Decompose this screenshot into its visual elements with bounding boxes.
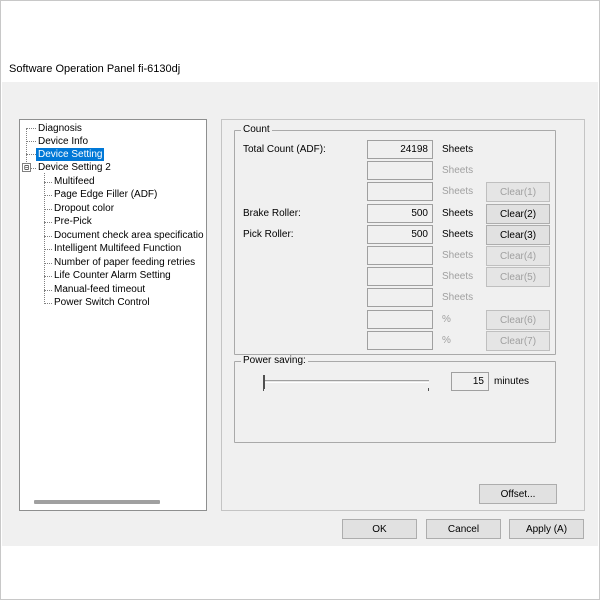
count-unit-label: Sheets xyxy=(442,292,474,303)
tree-item-label: Device Setting 2 xyxy=(38,162,111,173)
tree-item-label: Life Counter Alarm Setting xyxy=(54,270,171,281)
count-unit-label: Sheets xyxy=(442,144,474,155)
power-saving-legend: Power saving: xyxy=(241,355,308,367)
count-value-field: 500 xyxy=(367,225,433,244)
tree-connector xyxy=(44,209,52,210)
tree-item-label: Device Setting xyxy=(38,149,103,160)
apply-button[interactable]: Apply (A) xyxy=(509,519,584,539)
clear-button-1[interactable]: Clear(1) xyxy=(486,182,550,202)
tree-item-label: Document check area specificatio xyxy=(54,230,204,241)
count-value-field xyxy=(367,182,433,201)
count-unit-label: Sheets xyxy=(442,165,474,176)
power-saving-slider-track[interactable] xyxy=(263,380,429,383)
tree-connector xyxy=(44,249,52,250)
tree-item-dropout-color[interactable]: Dropout color xyxy=(52,202,116,215)
tree-item-label: Intelligent Multifeed Function xyxy=(54,243,182,254)
cancel-button[interactable]: Cancel xyxy=(426,519,501,539)
tree-connector xyxy=(44,222,52,223)
tree-item-power-switch-control[interactable]: Power Switch Control xyxy=(52,296,152,309)
count-row-label: Pick Roller: xyxy=(243,229,294,240)
tree-connector xyxy=(44,182,52,183)
tree-connector xyxy=(26,141,36,142)
count-value-field: 24198 xyxy=(367,140,433,159)
ok-button[interactable]: OK xyxy=(342,519,417,539)
tree-connector xyxy=(44,290,52,291)
window-title: Software Operation Panel fi-6130dj xyxy=(9,63,181,75)
tree-item-page-edge-filler[interactable]: Page Edge Filler (ADF) xyxy=(52,188,159,201)
count-value-field: 500 xyxy=(367,204,433,223)
tree-connector xyxy=(26,128,36,129)
tree-item-label: Number of paper feeding retries xyxy=(54,257,196,268)
count-unit-label: % xyxy=(442,335,451,346)
tree-connector xyxy=(44,195,52,196)
clear-button-7[interactable]: Clear(7) xyxy=(486,331,550,351)
tree-connector xyxy=(44,276,52,277)
count-value-field xyxy=(367,288,433,307)
tree-item-life-counter-alarm[interactable]: Life Counter Alarm Setting xyxy=(52,269,173,282)
count-value-field xyxy=(367,246,433,265)
collapse-icon[interactable]: ⊟ xyxy=(22,163,31,172)
tree-item-device-info[interactable]: Device Info xyxy=(36,135,90,148)
count-unit-label: Sheets xyxy=(442,186,474,197)
tree-connector xyxy=(44,303,52,304)
power-saving-slider-thumb[interactable] xyxy=(263,375,265,389)
tree-item-intelligent-multifeed[interactable]: Intelligent Multifeed Function xyxy=(52,242,183,255)
tree-item-label: Pre-Pick xyxy=(54,216,92,227)
tree-item-document-check-area[interactable]: Document check area specificatio xyxy=(52,229,206,242)
settings-tree[interactable]: Diagnosis Device Info Device Setting ⊟ D… xyxy=(19,119,207,511)
slider-tick xyxy=(263,388,264,391)
count-value-field xyxy=(367,310,433,329)
count-value-field xyxy=(367,267,433,286)
tree-connector xyxy=(26,154,36,155)
tree-connector xyxy=(44,263,52,264)
clear-button-3[interactable]: Clear(3) xyxy=(486,225,550,245)
tree-item-label: Page Edge Filler (ADF) xyxy=(54,189,158,200)
tree-item-label: Multifeed xyxy=(54,176,95,187)
count-unit-label: % xyxy=(442,314,451,325)
count-value-field xyxy=(367,331,433,350)
clear-button-2[interactable]: Clear(2) xyxy=(486,204,550,224)
count-row-label: Total Count (ADF): xyxy=(243,144,326,155)
tree-connector xyxy=(44,173,45,304)
count-unit-label: Sheets xyxy=(442,208,474,219)
tree-item-label: Diagnosis xyxy=(38,123,82,134)
count-value-field xyxy=(367,161,433,180)
tree-connector xyxy=(44,236,52,237)
power-saving-unit: minutes xyxy=(494,376,530,387)
tree-item-manual-feed-timeout[interactable]: Manual-feed timeout xyxy=(52,283,147,296)
tree-item-paper-feeding-retries[interactable]: Number of paper feeding retries xyxy=(52,256,197,269)
title-bar: Software Operation Panel fi-6130dj xyxy=(2,54,598,82)
clear-button-5[interactable]: Clear(5) xyxy=(486,267,550,287)
clear-button-6[interactable]: Clear(6) xyxy=(486,310,550,330)
tree-item-label: Manual-feed timeout xyxy=(54,284,146,295)
power-saving-group: Power saving: xyxy=(234,355,556,443)
count-unit-label: Sheets xyxy=(442,250,474,261)
count-unit-label: Sheets xyxy=(442,271,474,282)
device-setting-panel: Count Power saving: Total Count (ADF): 24… xyxy=(221,119,585,511)
tree-item-label: Dropout color xyxy=(54,203,115,214)
tree-item-device-setting-2[interactable]: Device Setting 2 xyxy=(36,161,113,174)
clear-button-4[interactable]: Clear(4) xyxy=(486,246,550,266)
count-unit-label: Sheets xyxy=(442,229,474,240)
count-row-label: Brake Roller: xyxy=(243,208,301,219)
tree-item-label: Device Info xyxy=(38,136,89,147)
horizontal-scrollbar[interactable] xyxy=(34,500,160,504)
tree-item-label: Power Switch Control xyxy=(54,297,150,308)
tree-item-device-setting[interactable]: Device Setting xyxy=(36,148,105,161)
offset-button[interactable]: Offset... xyxy=(479,484,557,504)
count-legend: Count xyxy=(241,124,272,136)
tree-item-pre-pick[interactable]: Pre-Pick xyxy=(52,215,94,228)
tree-item-diagnosis[interactable]: Diagnosis xyxy=(36,122,84,135)
power-saving-minutes-field[interactable]: 15 xyxy=(451,372,489,391)
dialog-window: Software Operation Panel fi-6130dj Diagn… xyxy=(2,54,598,546)
tree-item-multifeed[interactable]: Multifeed xyxy=(52,175,97,188)
tree-connector xyxy=(26,128,27,168)
slider-tick xyxy=(428,388,429,391)
